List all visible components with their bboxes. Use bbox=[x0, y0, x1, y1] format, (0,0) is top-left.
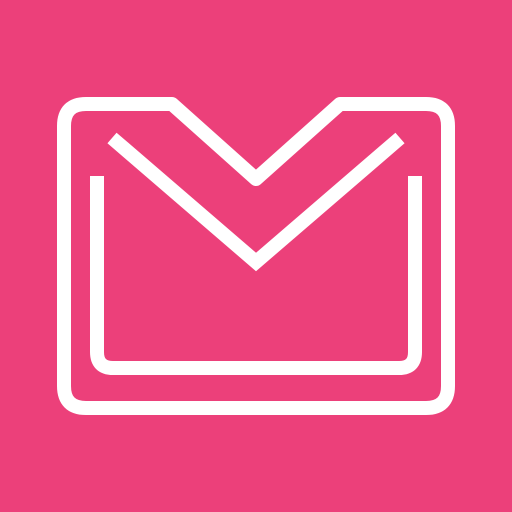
mail-envelope-icon bbox=[0, 0, 512, 512]
mail-app-icon-tile bbox=[0, 0, 512, 512]
